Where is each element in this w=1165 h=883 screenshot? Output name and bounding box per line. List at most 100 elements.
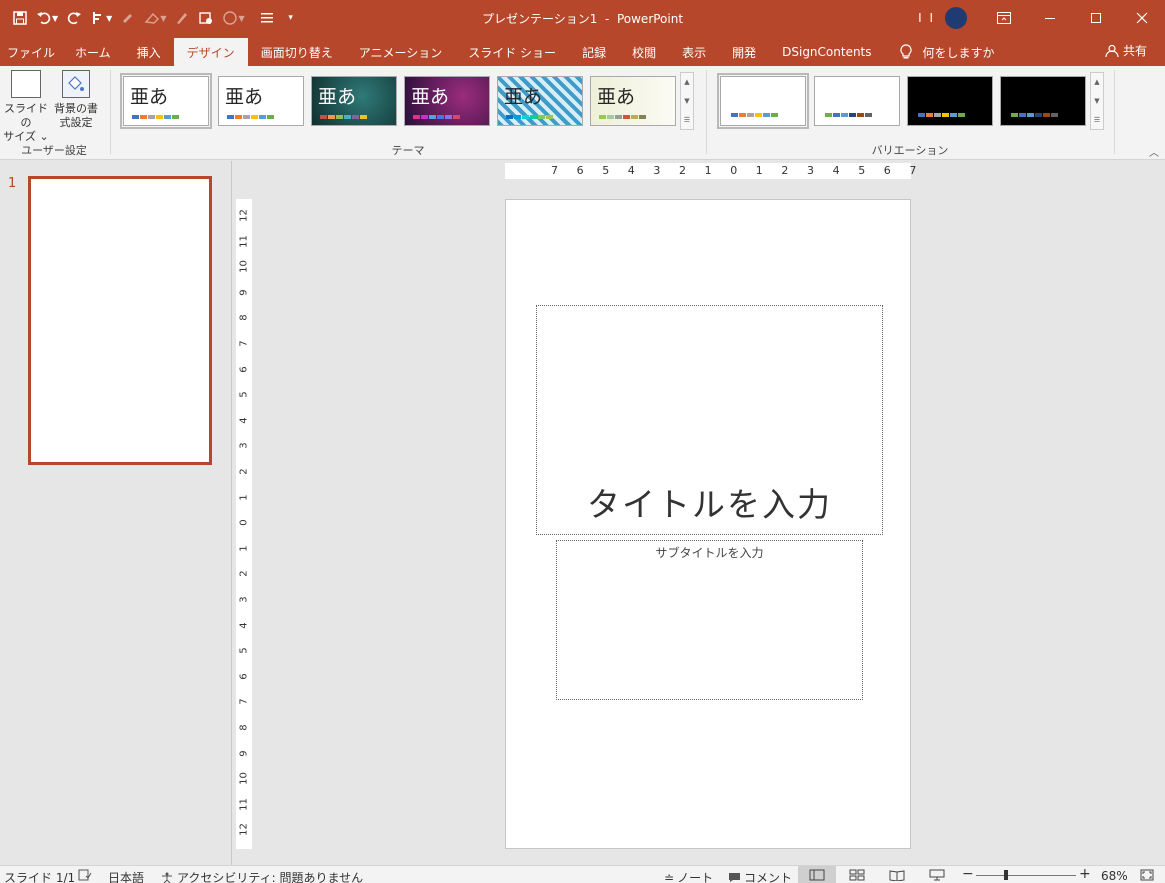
ruler-label: 8 (238, 314, 250, 322)
collapse-ribbon-icon[interactable]: ︿ (1149, 144, 1159, 159)
share-label: 共有 (1122, 44, 1147, 58)
subtitle-placeholder[interactable]: サブタイトルを入力 (556, 540, 863, 700)
slide-size-button[interactable]: スライドの サイズ ⌄ (2, 70, 50, 144)
scroll-up-icon[interactable]: ▲ (1094, 78, 1099, 86)
accessibility-status[interactable]: アクセシビリティ: 問題ありません (160, 869, 363, 883)
ruler-label: 5 (238, 391, 250, 398)
tab-file[interactable]: ファイル (0, 38, 62, 66)
variant-thumbnail[interactable] (1000, 76, 1086, 126)
redo-icon[interactable] (62, 6, 86, 30)
ruler-label: 1 (755, 164, 763, 177)
scroll-down-icon[interactable]: ▼ (684, 97, 689, 105)
tab-record[interactable]: 記録 (569, 38, 619, 66)
color-swatch (1043, 113, 1050, 117)
title-placeholder-text: タイトルを入力 (587, 485, 832, 524)
text-cursor-icon[interactable]: I I (918, 11, 935, 25)
themes-scroller[interactable]: ▲ ▼ ☰ (680, 72, 694, 130)
language-indicator[interactable]: 日本語 (108, 869, 144, 883)
color-swatch (530, 115, 537, 119)
notes-icon: ≐ (664, 870, 675, 883)
zoom-slider-thumb[interactable] (1004, 870, 1008, 880)
horizontal-ruler[interactable]: 7 6 5 4 3 2 1 0 1 2 3 4 5 6 7 (505, 163, 916, 179)
variant-thumbnail[interactable] (907, 76, 993, 126)
color-swatch (731, 113, 738, 117)
tab-design[interactable]: デザイン (173, 38, 248, 66)
vertical-ruler[interactable]: 12 11 10 9 8 7 6 5 4 3 2 1 0 1 2 3 4 5 6 7 8 9 10 11 12 (236, 199, 252, 849)
close-icon[interactable] (1119, 0, 1165, 36)
ruler-label: 2 (781, 164, 789, 177)
eraser-dropdown-icon[interactable]: ▼ (160, 14, 166, 23)
touch-dropdown-icon[interactable]: ▼ (106, 14, 112, 23)
variants-scroller[interactable]: ▲ ▼ ☰ (1090, 72, 1104, 130)
scroll-down-icon[interactable]: ▼ (1094, 97, 1099, 105)
zoom-out-icon[interactable]: − (962, 866, 974, 882)
zoom-in-icon[interactable]: + (1079, 866, 1091, 882)
slide-sorter-button[interactable] (838, 866, 876, 883)
slide-thumbnail-pane: 1 (0, 161, 232, 865)
tab-insert[interactable]: 挿入 (124, 38, 174, 66)
reading-view-button[interactable] (878, 866, 916, 883)
tab-transitions[interactable]: 画面切り替え (248, 38, 346, 66)
share-button[interactable]: 共有 (1105, 42, 1147, 59)
tab-review[interactable]: 校閲 (619, 38, 669, 66)
format-painter-icon[interactable] (116, 6, 140, 30)
minimize-icon[interactable] (1027, 0, 1073, 36)
record-icon[interactable] (194, 6, 218, 30)
theme-thumbnail[interactable]: 亜あ (311, 76, 397, 126)
slide-counter[interactable]: スライド 1/1 (4, 869, 75, 883)
fit-to-window-icon[interactable] (1140, 869, 1154, 881)
more-variants-icon[interactable]: ☰ (1094, 116, 1100, 124)
more-themes-icon[interactable]: ☰ (684, 116, 690, 124)
align-icon[interactable] (255, 6, 279, 30)
tab-view[interactable]: 表示 (669, 38, 719, 66)
tab-dsigncontents[interactable]: DSignContents (769, 38, 884, 66)
ruler-label: 4 (238, 417, 250, 424)
spell-check-icon[interactable] (78, 869, 92, 881)
ribbon-tabs: ファイル ホーム 挿入 デザイン 画面切り替え アニメーション スライド ショー… (0, 36, 1165, 66)
zoom-slider[interactable] (976, 875, 1076, 876)
theme-thumbnail[interactable]: 亜あ (497, 76, 583, 126)
tab-home[interactable]: ホーム (62, 38, 124, 66)
ribbon-display-options-icon[interactable] (981, 0, 1027, 36)
zoom-level[interactable]: 68% (1101, 869, 1128, 883)
maximize-icon[interactable] (1073, 0, 1119, 36)
slideshow-button[interactable] (918, 866, 956, 883)
theme-thumbnail[interactable]: 亜あ (218, 76, 304, 126)
slide-sorter-icon (849, 869, 865, 881)
format-background-icon (62, 70, 90, 98)
format-background-button[interactable]: 背景の書 式設定 (52, 70, 100, 130)
slide-canvas[interactable]: タイトルを入力 サブタイトルを入力 (505, 199, 911, 849)
color-swatch (453, 115, 460, 119)
undo-dropdown-icon[interactable]: ▼ (52, 14, 58, 23)
color-swatch (747, 113, 754, 117)
theme-thumbnail[interactable]: 亜あ (404, 76, 490, 126)
normal-view-button[interactable] (798, 866, 836, 883)
shapes-dropdown-icon[interactable]: ▼ (238, 14, 244, 23)
tab-animations[interactable]: アニメーション (346, 38, 456, 66)
ruler-label: 6 (238, 673, 250, 680)
comments-button[interactable]: コメント (728, 869, 792, 883)
notes-button[interactable]: ≐ ノート (664, 869, 713, 883)
theme-color-swatches (599, 115, 646, 119)
ruler-label: 4 (238, 621, 250, 629)
save-icon[interactable] (8, 6, 32, 30)
slide-size-label-1: スライドの (4, 102, 48, 129)
avatar[interactable] (945, 7, 967, 29)
accessibility-label: アクセシビリティ: 問題ありません (177, 871, 364, 883)
theme-thumbnail[interactable]: 亜あ (120, 73, 212, 129)
tab-developer[interactable]: 開発 (719, 38, 769, 66)
slide-thumbnail[interactable] (28, 176, 212, 465)
tab-slideshow[interactable]: スライド ショー (455, 38, 569, 66)
theme-thumbnail[interactable]: 亜あ (590, 76, 676, 126)
group-divider (110, 70, 111, 154)
highlighter-icon[interactable] (170, 6, 194, 30)
title-placeholder[interactable]: タイトルを入力 (536, 305, 883, 535)
customize-quick-access-icon[interactable]: ▾ (279, 6, 303, 30)
variant-thumbnail[interactable] (814, 76, 900, 126)
ruler-label: 0 (730, 164, 738, 177)
scroll-up-icon[interactable]: ▲ (684, 78, 689, 86)
color-swatch (958, 113, 965, 117)
status-bar: スライド 1/1 日本語 アクセシビリティ: 問題ありません ≐ ノート コメン… (0, 865, 1165, 883)
tell-me-search[interactable]: 何をしますか (899, 38, 995, 66)
variant-thumbnail[interactable] (717, 73, 809, 129)
